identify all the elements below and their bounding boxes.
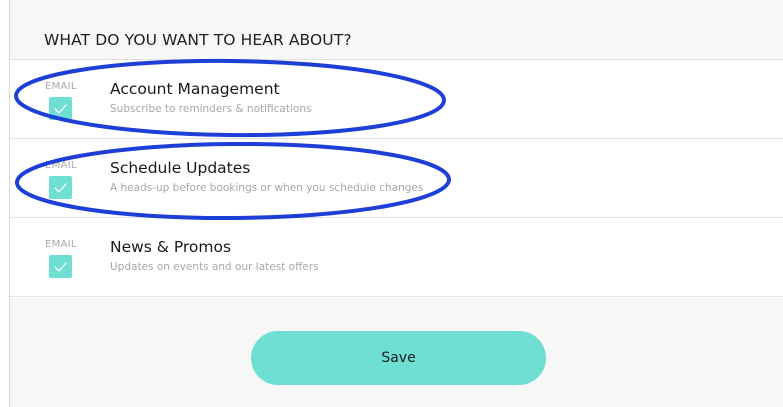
- preference-row-schedule-updates: EMAIL Schedule Updates A heads-up before…: [10, 139, 783, 218]
- preference-row-news-promos: EMAIL News & Promos Updates on events an…: [10, 218, 783, 297]
- form-footer: Save: [10, 298, 783, 407]
- email-checkbox-account-management[interactable]: [49, 97, 72, 120]
- email-checkbox-schedule-updates[interactable]: [49, 176, 72, 199]
- channel-label: EMAIL: [45, 81, 77, 92]
- preference-title: Schedule Updates: [110, 159, 251, 177]
- preference-subtitle: Updates on events and our latest offers: [110, 261, 319, 273]
- preference-title: Account Management: [110, 80, 280, 98]
- preference-subtitle: A heads-up before bookings or when you s…: [110, 182, 424, 194]
- channel-label: EMAIL: [45, 239, 77, 250]
- save-button[interactable]: Save: [251, 331, 546, 385]
- section-title: WHAT DO YOU WANT TO HEAR ABOUT?: [44, 31, 352, 49]
- preference-subtitle: Subscribe to reminders & notifications: [110, 103, 312, 115]
- preference-row-account-management: EMAIL Account Management Subscribe to re…: [10, 60, 783, 139]
- preference-title: News & Promos: [110, 238, 232, 256]
- channel-label: EMAIL: [45, 160, 77, 171]
- email-checkbox-news-promos[interactable]: [49, 255, 72, 278]
- checkmark-icon: [54, 103, 67, 114]
- checkmark-icon: [54, 182, 67, 193]
- checkmark-icon: [54, 261, 67, 272]
- section-header: WHAT DO YOU WANT TO HEAR ABOUT?: [10, 0, 783, 60]
